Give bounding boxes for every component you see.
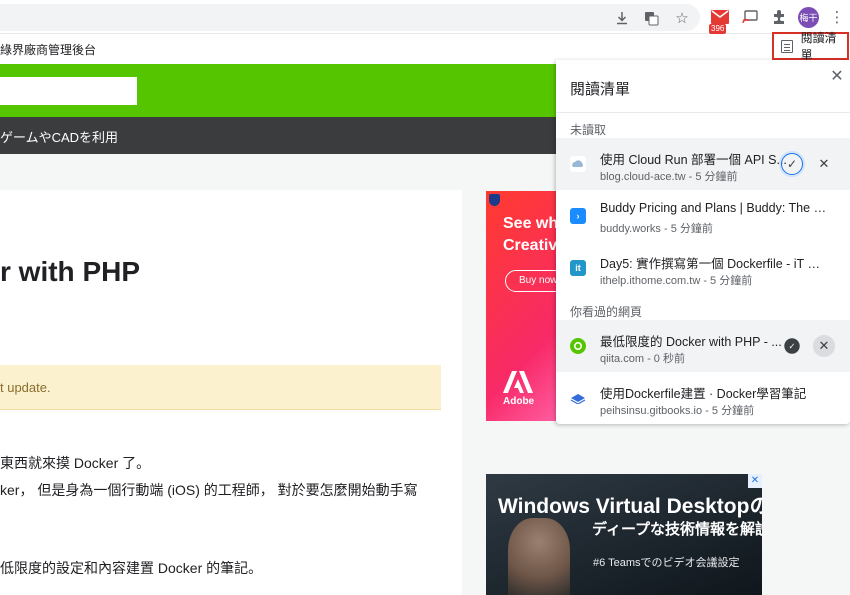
adobe-ad-line-2: Creativ <box>503 237 556 254</box>
ad-person-image <box>508 518 570 595</box>
site-search-input[interactable] <box>0 77 137 105</box>
reading-list-item[interactable]: 最低限度的 Docker with PHP - ... qiita.com - … <box>556 320 850 372</box>
mark-as-read-icon[interactable]: ✓ <box>781 153 803 175</box>
article-title: r with PHP <box>0 256 141 287</box>
more-icon[interactable]: ⋮ <box>827 7 847 27</box>
wvd-ad[interactable]: Windows Virtual Desktopの ディープな技術情報を解説 #6… <box>486 474 762 595</box>
item-meta: ithelp.ithome.com.tw - 5 分鐘前 <box>600 275 753 287</box>
item-title: Day5: 實作撰寫第一個 Dockerfile - iT 邦幫... <box>600 257 832 271</box>
star-icon[interactable]: ☆ <box>672 8 692 28</box>
cast-icon[interactable] <box>740 7 760 27</box>
translate-icon[interactable] <box>641 8 661 28</box>
wvd-ad-subtitle: ディープな技術情報を解説 <box>592 521 762 538</box>
close-icon[interactable]: ✕ <box>827 67 847 87</box>
panel-title: 閱讀清單 <box>570 81 631 98</box>
body-line-1: 東西就來摸 Docker 了。 <box>0 455 151 471</box>
extensions-icon[interactable] <box>769 7 789 27</box>
buddy-icon: › <box>570 208 586 224</box>
item-meta: qiita.com - 0 秒前 <box>600 353 685 365</box>
gmail-badge: 396 <box>709 24 727 34</box>
cloud-ace-icon <box>570 156 586 172</box>
browser-toolbar: ☆ 396 梅干 ⋮ <box>0 0 850 34</box>
panel-divider <box>556 112 850 113</box>
profile-avatar[interactable]: 梅干 <box>798 7 819 28</box>
item-title: 使用 Cloud Run 部署一個 API S... <box>600 153 787 167</box>
reading-list-icon <box>781 39 793 53</box>
item-title: 最低限度的 Docker with PHP - ... <box>600 335 782 349</box>
adobe-ad[interactable]: See wh Creativ Buy now Adobe <box>486 191 556 421</box>
gitbook-icon <box>570 390 586 406</box>
ad-choices-icon[interactable] <box>489 194 500 206</box>
item-meta: blog.cloud-ace.tw - 5 分鐘前 <box>600 171 738 183</box>
update-alert: t update. <box>0 365 441 410</box>
reading-list-item[interactable]: it Day5: 實作撰寫第一個 Dockerfile - iT 邦幫... i… <box>556 242 850 294</box>
address-bar[interactable]: ☆ <box>0 4 700 31</box>
adobe-ad-headline: See wh Creativ <box>503 213 556 257</box>
read-check-icon[interactable]: ✓ <box>784 338 800 354</box>
bookmark-item[interactable]: 綠界廠商管理後台 <box>0 41 96 58</box>
reading-list-item[interactable]: 使用 Cloud Run 部署一個 API S... blog.cloud-ac… <box>556 138 850 190</box>
remove-item-icon[interactable]: ✕ <box>813 335 835 357</box>
item-meta: buddy.works - 5 分鐘前 <box>600 223 713 235</box>
item-meta: peihsinsu.gitbooks.io - 5 分鐘前 <box>600 405 755 417</box>
read-section-label: 你看過的網頁 <box>570 305 643 319</box>
unread-section-label: 未讀取 <box>570 123 607 137</box>
adobe-ad-line-1: See wh <box>503 215 556 232</box>
download-icon[interactable] <box>612 8 632 28</box>
alert-text: t update. <box>0 380 51 395</box>
reading-list-button-label: 閱讀清單 <box>800 31 837 62</box>
body-line-2: ker， 但是身為一個行動端 (iOS) 的工程師， 對於要怎麼開始動手寫 <box>0 482 418 498</box>
reading-list-button[interactable]: 閱讀清單 <box>772 31 849 62</box>
wvd-ad-tag: #6 Teamsでのビデオ会議設定 <box>593 557 740 569</box>
item-title: Buddy Pricing and Plans | Buddy: The Dev… <box>600 201 832 215</box>
nav-text[interactable]: ゲームやCADを利用 <box>0 127 118 146</box>
reading-list-item[interactable]: 使用Dockerfile建置 · Docker學習筆記 peihsinsu.gi… <box>556 372 850 424</box>
remove-item-icon[interactable]: ✕ <box>813 153 835 175</box>
ad-close-icon[interactable]: ✕ <box>748 474 762 488</box>
item-title: 使用Dockerfile建置 · Docker學習筆記 <box>600 387 807 401</box>
reading-list-item[interactable]: › Buddy Pricing and Plans | Buddy: The D… <box>556 190 850 242</box>
qiita-icon <box>570 338 586 354</box>
adobe-buy-button[interactable]: Buy now <box>505 270 556 292</box>
ithelp-icon: it <box>570 260 586 276</box>
adobe-brand: Adobe <box>503 396 535 407</box>
body-line-3: 低限度的設定和內容建置 Docker 的筆記。 <box>0 560 263 576</box>
wvd-ad-title: Windows Virtual Desktopの <box>498 495 762 518</box>
adobe-logo-icon <box>503 371 533 393</box>
reading-list-panel: 閱讀清單 ✕ 未讀取 使用 Cloud Run 部署一個 API S... bl… <box>556 60 850 424</box>
